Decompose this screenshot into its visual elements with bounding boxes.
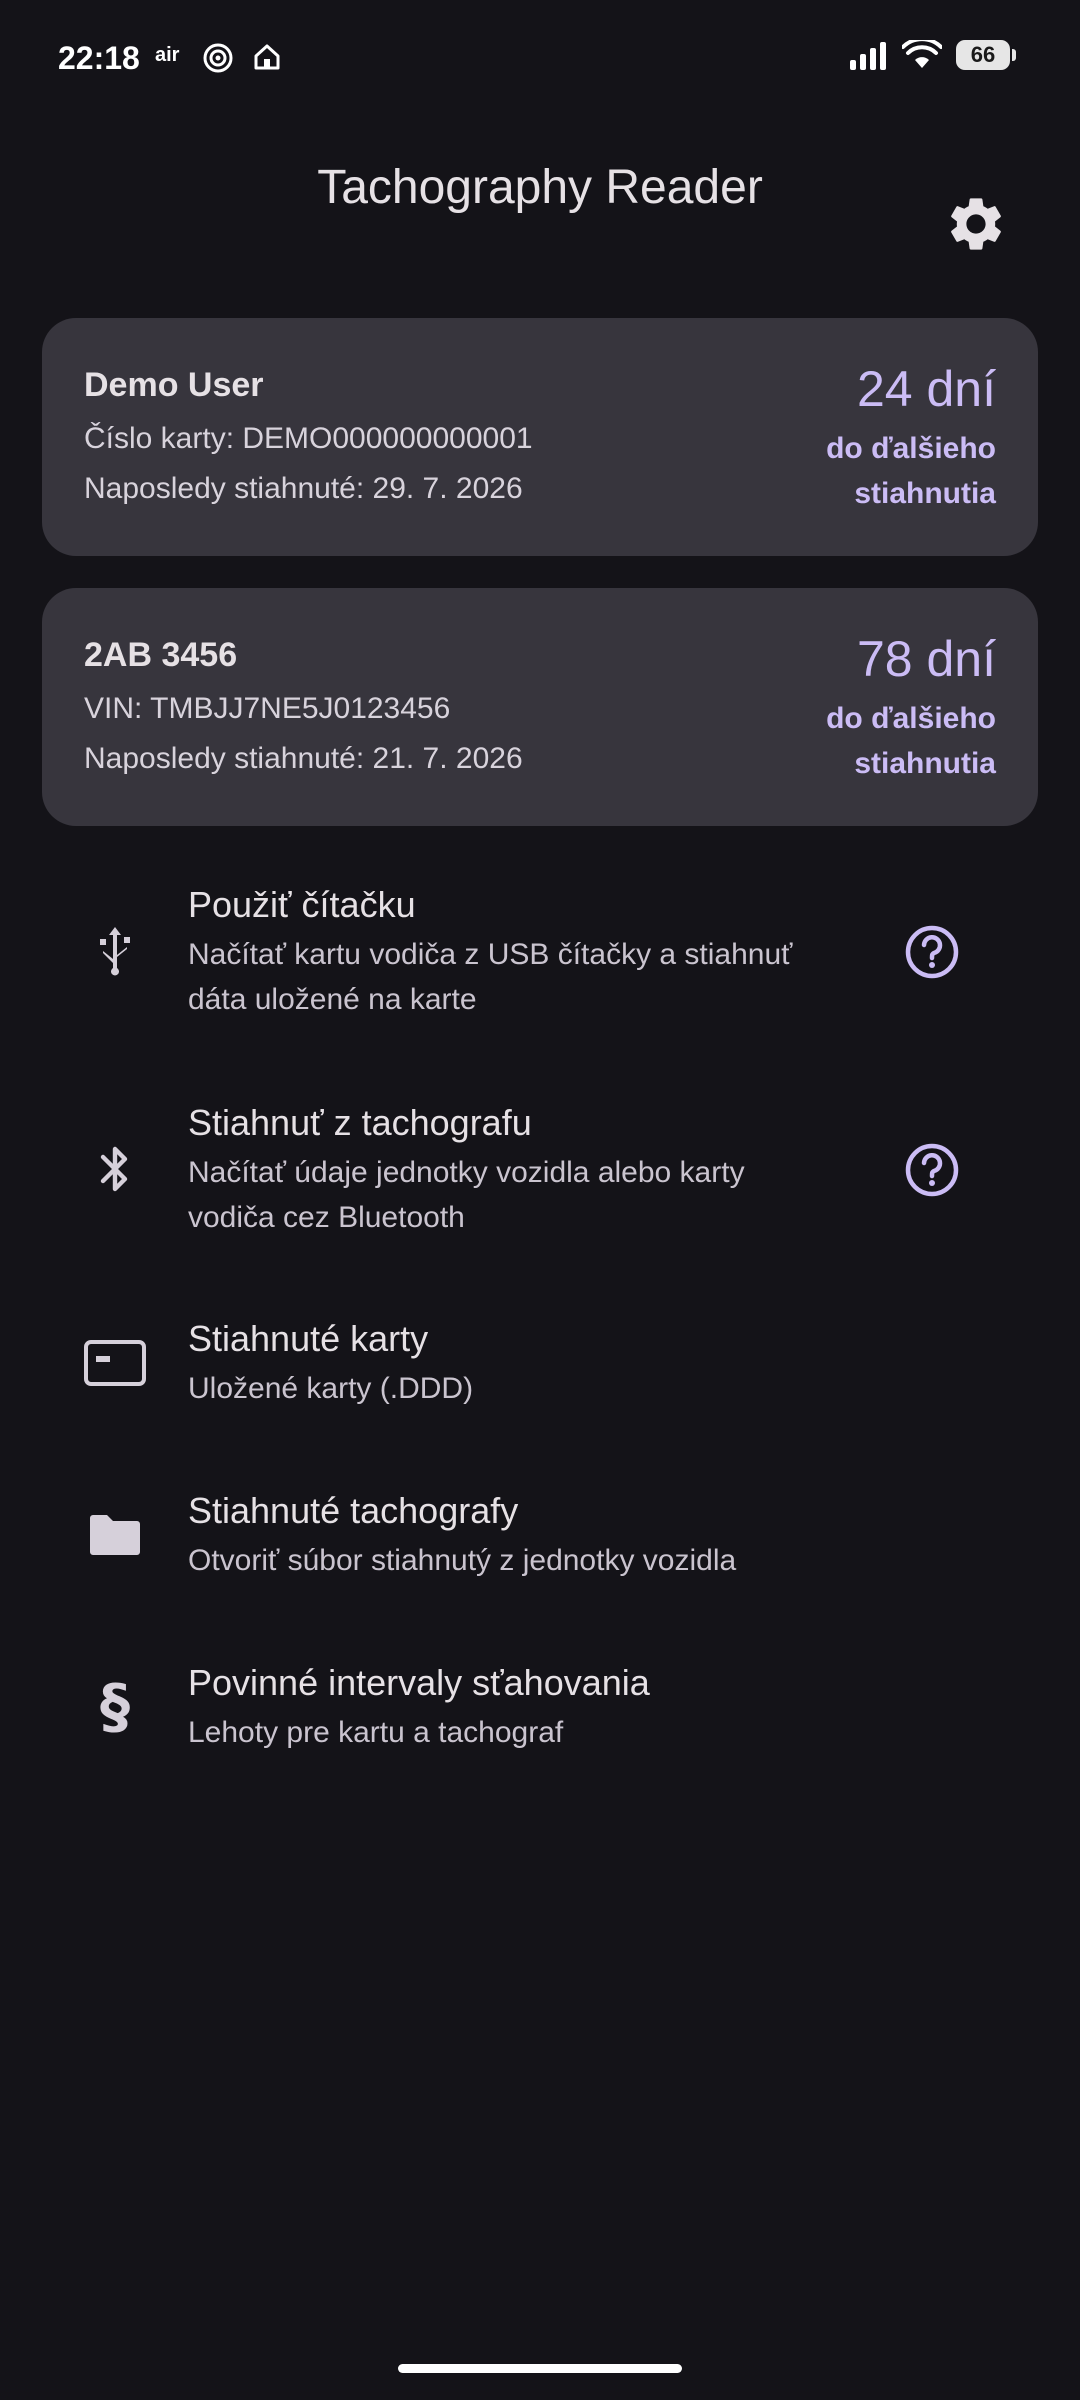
app-title: Tachography Reader (317, 161, 763, 214)
menu-item-download-tachograph[interactable]: Stiahnuť z tachografu Načítať údaje jedn… (0, 1088, 1080, 1258)
settings-gear-icon[interactable] (944, 192, 1008, 256)
menu-item-downloaded-cards[interactable]: Stiahnuté karty Uložené karty (.DDD) (0, 1306, 1080, 1436)
card-title: 2AB 3456 (84, 636, 238, 674)
gesture-home-bar[interactable] (398, 2364, 682, 2373)
days-remaining-label: do ďalšieho stiahnutia (826, 702, 996, 780)
status-bar: 22:18 air 66 (0, 0, 1080, 120)
menu-item-downloaded-tachographs[interactable]: Stiahnuté tachografy Otvoriť súbor stiah… (0, 1478, 1080, 1608)
menu-item-title: Povinné intervaly sťahovania (188, 1662, 650, 1703)
menu-item-title: Stiahnuť z tachografu (188, 1102, 532, 1143)
help-icon[interactable] (904, 924, 960, 980)
driver-card-summary[interactable]: Demo User Číslo karty: DEMO000000000001 … (42, 318, 1038, 556)
days-remaining-label: do ďalšieho stiahnutia (826, 432, 996, 510)
card-number: Číslo karty: DEMO000000000001 (84, 422, 533, 455)
days-remaining: 78 dní (856, 631, 996, 687)
battery-indicator: 66 (956, 40, 1016, 70)
menu-item-title: Stiahnuté karty (188, 1318, 429, 1359)
menu-item-subtitle: Otvoriť súbor stiahnutý z jednotky vozid… (188, 1544, 737, 1577)
help-icon[interactable] (904, 1142, 960, 1198)
card-title: Demo User (84, 366, 264, 404)
home-icon (254, 44, 280, 70)
menu-item-title: Použiť čítačku (188, 884, 416, 925)
days-remaining: 24 dní (856, 361, 996, 417)
status-time: 22:18 (58, 40, 140, 76)
vehicle-vin: VIN: TMBJJ7NE5J0123456 (84, 692, 451, 725)
last-download: Naposledy stiahnuté: 21. 7. 2026 (84, 742, 523, 775)
menu-item-subtitle: Uložené karty (.DDD) (188, 1372, 474, 1405)
card-icon (80, 1328, 150, 1398)
bluetooth-icon (80, 1134, 150, 1204)
section-sign-icon: § (100, 1672, 130, 1742)
target-icon (203, 43, 233, 73)
signal-icon (850, 42, 886, 70)
menu-item-subtitle: Lehoty pre kartu a tachograf (188, 1716, 564, 1749)
wifi-icon (902, 40, 942, 68)
usb-icon (80, 916, 150, 986)
menu-item-use-reader[interactable]: Použiť čítačku Načítať kartu vodiča z US… (0, 870, 1080, 1040)
menu-item-title: Stiahnuté tachografy (188, 1490, 519, 1531)
last-download: Naposledy stiahnuté: 29. 7. 2026 (84, 472, 523, 505)
folder-icon (80, 1500, 150, 1570)
menu-item-subtitle: Načítať kartu vodiča z USB čítačky a sti… (188, 938, 793, 1016)
vehicle-card-summary[interactable]: 2AB 3456 VIN: TMBJJ7NE5J0123456 Naposled… (42, 588, 1038, 826)
carrier-badge: air (155, 44, 180, 66)
menu-item-subtitle: Načítať údaje jednotky vozidla alebo kar… (188, 1156, 745, 1234)
menu-item-download-intervals[interactable]: § Povinné intervaly sťahovania Lehoty pr… (0, 1650, 1080, 1780)
